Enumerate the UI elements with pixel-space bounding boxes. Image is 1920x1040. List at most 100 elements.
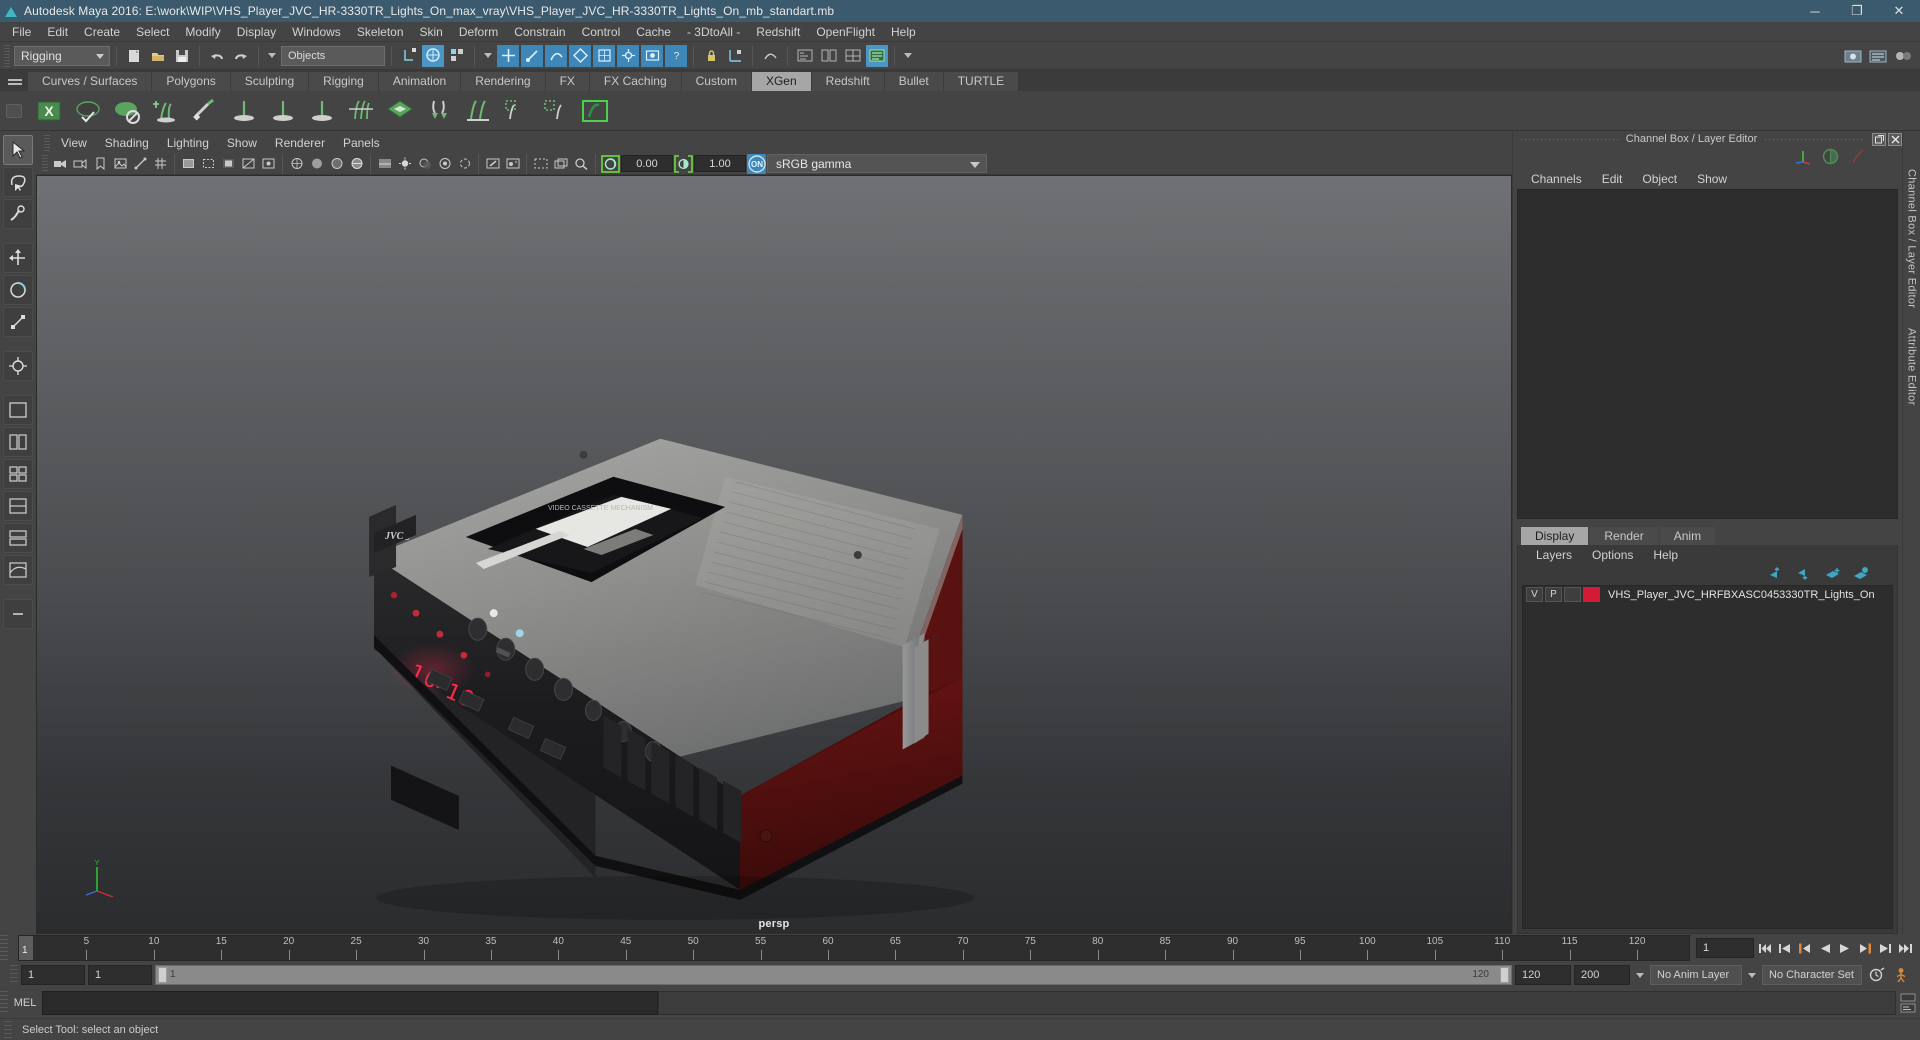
xgen-create-description-icon[interactable] [71, 94, 105, 128]
command-language-label[interactable]: MEL [8, 997, 42, 1009]
viewport-menu-grip[interactable] [44, 135, 50, 151]
channelbox-menu-channels[interactable]: Channels [1521, 172, 1592, 186]
range-slider-left-handle[interactable] [158, 967, 167, 983]
vertical-tab-attribute-editor[interactable]: Attribute Editor [1906, 318, 1918, 416]
resolution-gate-icon[interactable] [199, 154, 218, 173]
panel-undock-button[interactable] [1872, 132, 1886, 146]
layer-tab-anim[interactable]: Anim [1659, 527, 1716, 545]
use-lights-icon[interactable] [395, 154, 414, 173]
character-set-dropdown[interactable]: No Character Set [1762, 965, 1862, 985]
hypershade-icon[interactable] [1892, 45, 1914, 67]
viewport-menu-lighting[interactable]: Lighting [158, 133, 218, 153]
outliner-toggle-icon[interactable] [794, 45, 816, 67]
menu-create[interactable]: Create [76, 22, 128, 42]
exposure-value-field[interactable]: 0.00 [621, 155, 673, 172]
menu-redshift[interactable]: Redshift [748, 22, 808, 42]
film-gate-icon[interactable] [179, 154, 198, 173]
layer-tab-display[interactable]: Display [1521, 527, 1589, 545]
menu-display[interactable]: Display [229, 22, 284, 42]
lasso-tool-button[interactable] [3, 167, 33, 197]
toolbox-more-button[interactable] [3, 599, 33, 629]
xgen-comb-guides-icon[interactable] [344, 94, 378, 128]
menu-modify[interactable]: Modify [177, 22, 228, 42]
range-slider-right-handle[interactable] [1500, 967, 1509, 983]
rotate-tool-button[interactable] [3, 275, 33, 305]
channelbox-menu-object[interactable]: Object [1632, 172, 1687, 186]
display-layer-list[interactable]: V P VHS_Player_JVC_HRFBXASC0453330TR_Light… [1522, 585, 1893, 929]
time-slider-grip[interactable] [0, 935, 8, 961]
snap-curve-icon[interactable] [759, 45, 781, 67]
shelf-tab-animation[interactable]: Animation [378, 72, 461, 91]
xgen-delete-description-icon[interactable] [110, 94, 144, 128]
menu-edit[interactable]: Edit [39, 22, 76, 42]
viewport-menu-show[interactable]: Show [218, 133, 266, 153]
expand-toolbar-arrow-icon[interactable] [904, 53, 912, 58]
menu-select[interactable]: Select [128, 22, 177, 42]
layer-color-swatch[interactable] [1583, 587, 1600, 602]
menu-deform[interactable]: Deform [451, 22, 506, 42]
layer-tab-render[interactable]: Render [1590, 527, 1658, 545]
component-mask-arrow-icon[interactable] [484, 53, 492, 58]
xray-joints-icon[interactable] [259, 154, 278, 173]
mask-surfaces-icon[interactable] [569, 44, 591, 67]
script-editor-button[interactable] [1896, 993, 1920, 1013]
wireframe-shading-icon[interactable] [287, 154, 306, 173]
quick-layout-single-button[interactable] [3, 395, 33, 425]
channel-box-content[interactable] [1517, 189, 1898, 519]
range-start-field[interactable]: 1 [21, 965, 85, 985]
mask-curves-icon[interactable] [545, 44, 567, 67]
grid-toggle-icon[interactable] [151, 154, 170, 173]
gamma-toggle-icon[interactable] [674, 154, 693, 173]
xgen-add-guide-icon[interactable] [149, 94, 183, 128]
shelf-tab-polygons[interactable]: Polygons [152, 72, 230, 91]
vertical-tab-channel-box[interactable]: Channel Box / Layer Editor [1906, 159, 1918, 318]
screen-space-ao-icon[interactable] [435, 154, 454, 173]
isolate-select-icon[interactable] [531, 154, 550, 173]
selection-mask-field[interactable]: Objects [281, 45, 385, 66]
hypergraph-toggle-icon[interactable] [818, 45, 840, 67]
image-plane-icon[interactable] [111, 154, 130, 173]
viewport-menu-shading[interactable]: Shading [96, 133, 158, 153]
panel-close-button[interactable] [1888, 132, 1902, 146]
channel-box-toggle-icon[interactable] [1822, 148, 1839, 168]
depth-of-field-icon[interactable] [503, 154, 522, 173]
new-layer-icon[interactable] [1853, 566, 1869, 584]
channelbox-menu-show[interactable]: Show [1687, 172, 1737, 186]
layer-row[interactable]: V P VHS_Player_JVC_HRFBXASC0453330TR_Light… [1523, 586, 1892, 603]
xgen-editor-icon[interactable]: X [32, 94, 66, 128]
render-view-icon[interactable] [1842, 45, 1864, 67]
time-slider[interactable]: 1 5 10 15 20 25 30 35 40 45 50 55 60 65 70 75 80 85 90 95 1… [18, 935, 1690, 961]
shelf-tab-rigging[interactable]: Rigging [309, 72, 378, 91]
xgen-guide-tool-1-icon[interactable] [227, 94, 261, 128]
redo-icon[interactable] [230, 45, 252, 67]
animation-preferences-icon[interactable] [1865, 965, 1887, 985]
graph-editor-toggle-icon[interactable] [842, 45, 864, 67]
go-to-end-button[interactable] [1896, 938, 1914, 958]
viewport-menu-renderer[interactable]: Renderer [266, 133, 334, 153]
mask-handles-icon[interactable] [497, 44, 519, 67]
select-tool-button[interactable] [3, 135, 33, 165]
go-to-start-button[interactable] [1756, 938, 1774, 958]
gate-mask-icon[interactable] [219, 154, 238, 173]
minimize-button[interactable]: ─ [1794, 0, 1836, 22]
play-forwards-button[interactable] [1836, 938, 1854, 958]
maximize-button[interactable]: ❐ [1836, 0, 1878, 22]
menu-set-dropdown[interactable]: Rigging [14, 45, 110, 66]
menu-skin[interactable]: Skin [412, 22, 451, 42]
menu-openflight[interactable]: OpenFlight [808, 22, 883, 42]
command-response-field[interactable] [658, 991, 1896, 1015]
xgen-guide-tool-2-icon[interactable] [266, 94, 300, 128]
menu-3dtoall[interactable]: - 3DtoAll - [679, 22, 748, 42]
character-set-arrow-icon[interactable] [1748, 972, 1756, 978]
mask-deformations-icon[interactable] [593, 44, 615, 67]
camera-attributes-icon[interactable] [71, 154, 90, 173]
menu-constrain[interactable]: Constrain [506, 22, 573, 42]
quick-layout-four-panes-button[interactable] [3, 459, 33, 489]
lock-selection-icon[interactable] [700, 45, 722, 67]
attribute-editor-toggle-icon[interactable] [1849, 148, 1866, 168]
toolbar-grip[interactable] [4, 44, 10, 67]
move-tool-button[interactable] [3, 243, 33, 273]
shade-wireframe-icon[interactable] [347, 154, 366, 173]
shelf-tab-custom[interactable]: Custom [681, 72, 751, 91]
snap-to-grid-icon[interactable] [724, 45, 746, 67]
